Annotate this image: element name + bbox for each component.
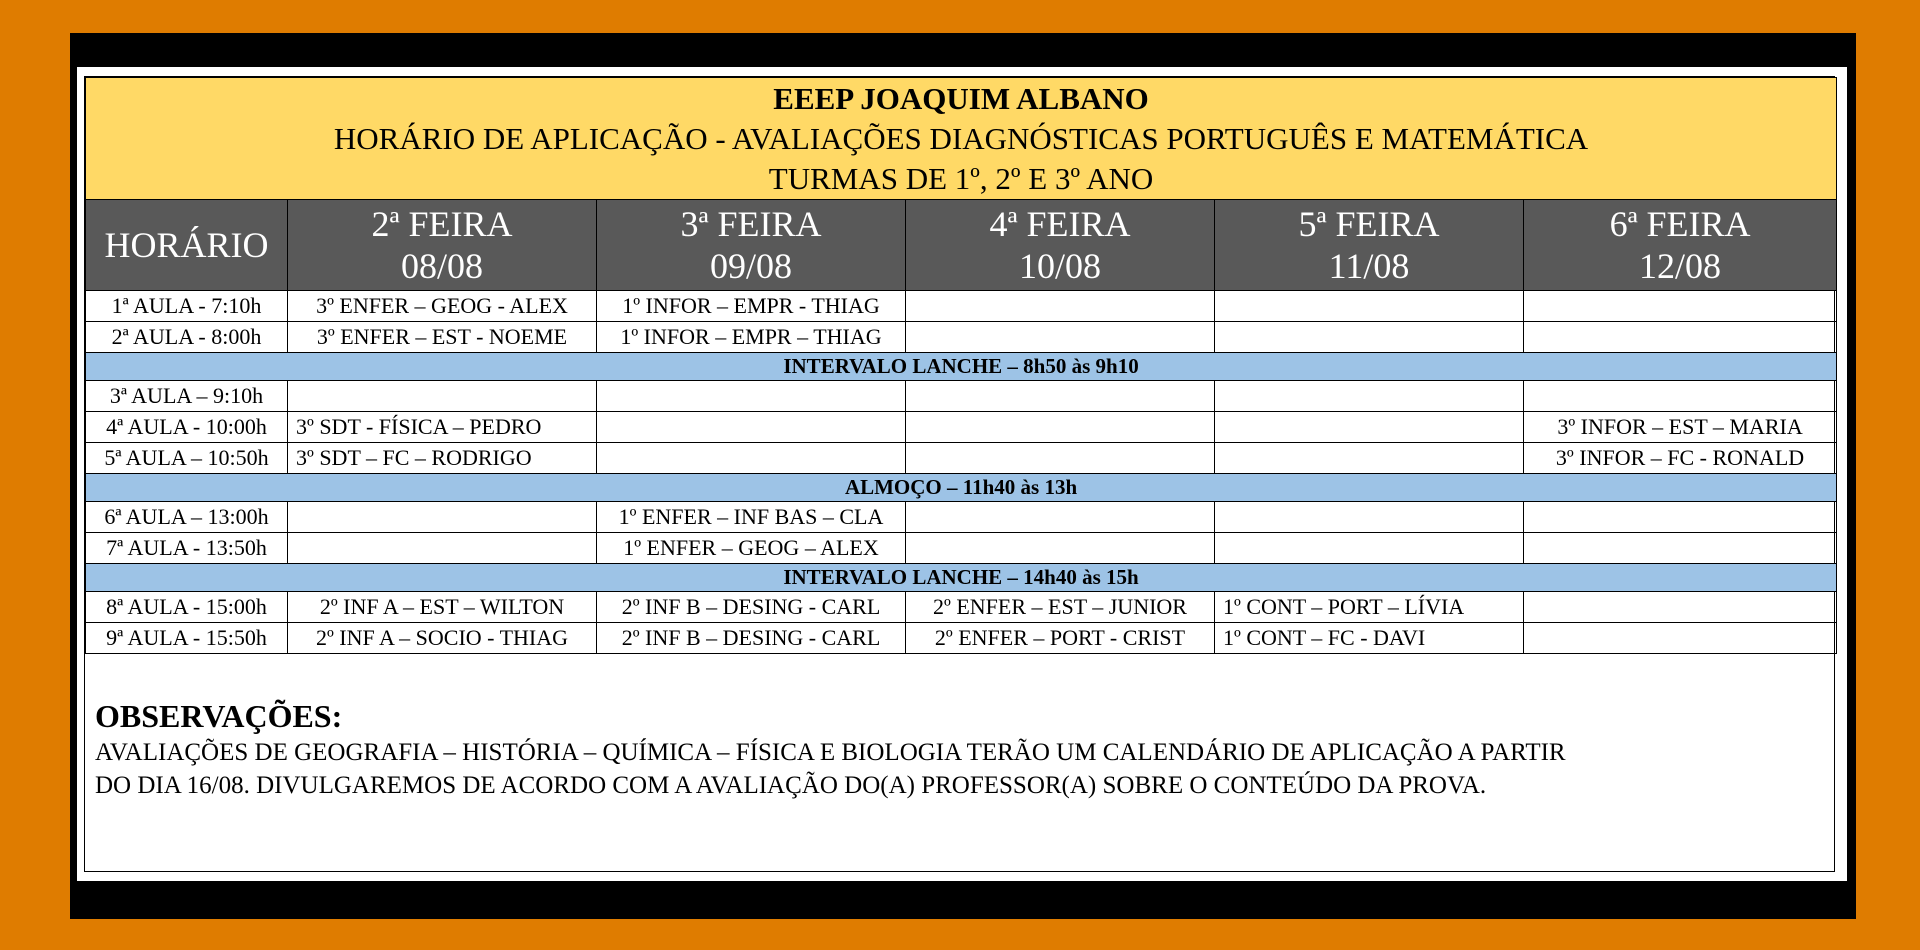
schedule-cell: 3º ENFER – GEOG - ALEX	[287, 290, 597, 322]
schedule-cell: 3º ENFER – EST - NOEME	[287, 321, 597, 353]
schedule-cell: 2º INF A – SOCIO - THIAG	[287, 622, 597, 654]
schedule-cell	[287, 380, 597, 412]
schedule-cell: 1º ENFER – INF BAS – CLA	[596, 501, 906, 533]
schedule-cell	[1214, 442, 1524, 474]
table-row: 9ª AULA - 15:50h 2º INF A – SOCIO - THIA…	[85, 622, 1838, 654]
title-block: EEEP JOAQUIM ALBANO HORÁRIO DE APLICAÇÃO…	[84, 77, 1838, 200]
table-row: 2ª AULA - 8:00h 3º ENFER – EST - NOEME 1…	[85, 321, 1838, 353]
schedule-cell: 3º INFOR – EST – MARIA	[1522, 411, 1838, 443]
schedule-cell	[287, 532, 597, 564]
day-date: 11/08	[1328, 246, 1410, 286]
day-header-wed: 4ª FEIRA 10/08	[905, 199, 1215, 291]
schedule-cell	[1522, 380, 1838, 412]
day-date: 09/08	[709, 246, 792, 286]
schedule-cell: 3º INFOR – FC - RONALD	[1522, 442, 1838, 474]
schedule-cell: 1º CONT – FC - DAVI	[1214, 622, 1524, 654]
observations-line-2: DO DIA 16/08. DIVULGAREMOS DE ACORDO COM…	[95, 772, 1487, 799]
schedule-cell	[905, 411, 1215, 443]
schedule-cell	[1214, 290, 1524, 322]
time-slot: 8ª AULA - 15:00h	[85, 591, 288, 623]
break-label: ALMOÇO – 11h40 às 13h	[84, 473, 1838, 502]
schedule-cell	[905, 380, 1215, 412]
schedule-cell: 2º INF B – DESING - CARL	[596, 622, 906, 654]
schedule-cell	[596, 380, 906, 412]
time-column-header: HORÁRIO	[85, 199, 288, 291]
schedule-cell: 1º INFOR – EMPR - THIAG	[596, 290, 906, 322]
observations-line-1: AVALIAÇÕES DE GEOGRAFIA – HISTÓRIA – QUÍ…	[95, 739, 1566, 766]
day-name: 5ª FEIRA	[1298, 204, 1440, 244]
time-slot: 9ª AULA - 15:50h	[85, 622, 288, 654]
day-date: 12/08	[1639, 246, 1722, 286]
schedule-subtitle: HORÁRIO DE APLICAÇÃO - AVALIAÇÕES DIAGNÓ…	[333, 120, 1589, 156]
break-label: INTERVALO LANCHE – 8h50 às 9h10	[84, 352, 1838, 381]
break-row: INTERVALO LANCHE – 14h40 às 15h	[84, 563, 1838, 592]
schedule-cell: 3º SDT - FÍSICA – PEDRO	[287, 411, 597, 443]
table-row: 5ª AULA – 10:50h 3º SDT – FC – RODRIGO 3…	[85, 442, 1838, 474]
table-row: 6ª AULA – 13:00h 1º ENFER – INF BAS – CL…	[85, 501, 1838, 533]
schedule-cell	[1214, 321, 1524, 353]
time-slot: 1ª AULA - 7:10h	[85, 290, 288, 322]
schedule-cell	[905, 442, 1215, 474]
day-name: 2ª FEIRA	[371, 204, 513, 244]
schedule-cell: 2º INF B – DESING - CARL	[596, 591, 906, 623]
schedule-table: EEEP JOAQUIM ALBANO HORÁRIO DE APLICAÇÃO…	[84, 77, 1838, 654]
header-row: HORÁRIO 2ª FEIRA 08/08 3ª FEIRA 09/08 4ª F…	[85, 199, 1838, 291]
schedule-cell	[287, 501, 597, 533]
schedule-cell	[1522, 321, 1838, 353]
day-header-fri: 6ª FEIRA 12/08	[1522, 199, 1838, 291]
day-name: 3ª FEIRA	[680, 204, 822, 244]
table-row: 3ª AULA – 9:10h	[85, 380, 1838, 412]
day-header-mon: 2ª FEIRA 08/08	[287, 199, 597, 291]
schedule-cell: 1º CONT – PORT – LÍVIA	[1214, 591, 1524, 623]
table-row: 4ª AULA - 10:00h 3º SDT - FÍSICA – PEDRO…	[85, 411, 1838, 443]
table-row: 8ª AULA - 15:00h 2º INF A – EST – WILTON…	[85, 591, 1838, 623]
time-slot: 5ª AULA – 10:50h	[85, 442, 288, 474]
schedule-document: EEEP JOAQUIM ALBANO HORÁRIO DE APLICAÇÃO…	[84, 76, 1838, 872]
time-slot: 4ª AULA - 10:00h	[85, 411, 288, 443]
schedule-cell	[1214, 532, 1524, 564]
day-date: 08/08	[400, 246, 483, 286]
day-header-thu: 5ª FEIRA 11/08	[1214, 199, 1524, 291]
schedule-cell	[1522, 622, 1838, 654]
schedule-cell	[1522, 532, 1838, 564]
day-header-tue: 3ª FEIRA 09/08	[596, 199, 906, 291]
schedule-cell	[1522, 591, 1838, 623]
schedule-cell: 2º INF A – EST – WILTON	[287, 591, 597, 623]
schedule-cell	[905, 501, 1215, 533]
time-slot: 7ª AULA - 13:50h	[85, 532, 288, 564]
schedule-cell	[1214, 411, 1524, 443]
time-slot: 6ª AULA – 13:00h	[85, 501, 288, 533]
break-row: INTERVALO LANCHE – 8h50 às 9h10	[84, 352, 1838, 381]
table-row: 1ª AULA - 7:10h 3º ENFER – GEOG - ALEX 1…	[85, 290, 1838, 322]
schedule-cell	[1214, 501, 1524, 533]
break-row: ALMOÇO – 11h40 às 13h	[84, 473, 1838, 502]
time-slot: 3ª AULA – 9:10h	[85, 380, 288, 412]
day-date: 10/08	[1018, 246, 1101, 286]
schedule-cell: 1º ENFER – GEOG – ALEX	[596, 532, 906, 564]
schedule-cell	[905, 321, 1215, 353]
observations-section: OBSERVAÇÕES: AVALIAÇÕES DE GEOGRAFIA – H…	[85, 654, 1834, 802]
time-slot: 2ª AULA - 8:00h	[85, 321, 288, 353]
table-row: 7ª AULA - 13:50h 1º ENFER – GEOG – ALEX	[85, 532, 1838, 564]
schedule-cell	[1522, 290, 1838, 322]
observations-title: OBSERVAÇÕES:	[95, 698, 343, 734]
classes-line: TURMAS DE 1º, 2º E 3º ANO	[768, 160, 1154, 196]
break-label: INTERVALO LANCHE – 14h40 às 15h	[84, 563, 1838, 592]
schedule-cell	[596, 411, 906, 443]
schedule-cell	[1214, 380, 1524, 412]
day-name: 6ª FEIRA	[1609, 204, 1751, 244]
schedule-cell	[1522, 501, 1838, 533]
day-name: 4ª FEIRA	[989, 204, 1131, 244]
schedule-cell	[905, 532, 1215, 564]
schedule-cell: 1º INFOR – EMPR – THIAG	[596, 321, 906, 353]
schedule-cell: 3º SDT – FC – RODRIGO	[287, 442, 597, 474]
schedule-cell	[905, 290, 1215, 322]
schedule-cell: 2º ENFER – EST – JUNIOR	[905, 591, 1215, 623]
schedule-cell: 2º ENFER – PORT - CRIST	[905, 622, 1215, 654]
schedule-cell	[596, 442, 906, 474]
school-name: EEEP JOAQUIM ALBANO	[773, 80, 1149, 116]
